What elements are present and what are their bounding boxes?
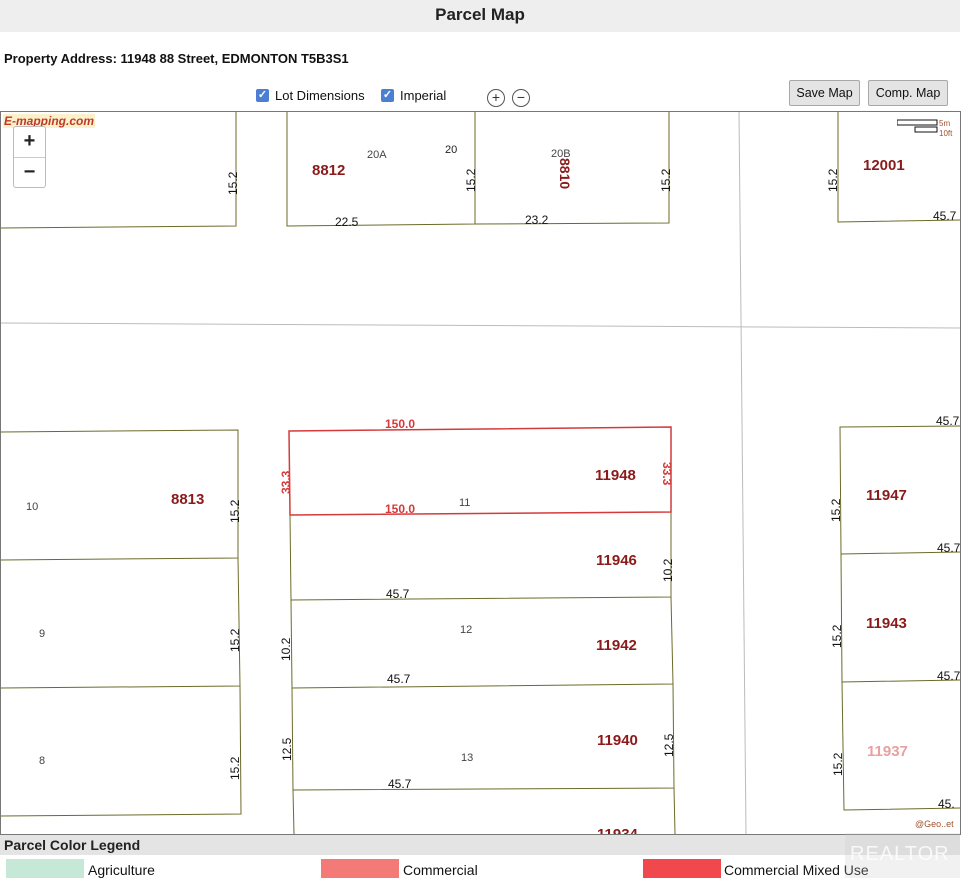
realtor-watermark: REALTOR	[850, 843, 950, 865]
map-zoom-in-button[interactable]: +	[14, 127, 45, 157]
zoom-control: + −	[13, 126, 46, 188]
lot-dimensions-label: Lot Dimensions	[275, 88, 365, 103]
property-address: Property Address: 11948 88 Street, EDMON…	[4, 51, 349, 66]
legend-swatch-commercial	[321, 859, 399, 878]
zoom-out-icon[interactable]: −	[512, 89, 530, 107]
title-bar: Parcel Map	[0, 0, 960, 32]
checkmark-icon[interactable]: ✓	[256, 89, 269, 102]
lot-dimensions-checkbox[interactable]: ✓ Lot Dimensions	[256, 88, 365, 103]
legend-swatch-commercial-mixed-use	[643, 859, 721, 878]
legend-header	[0, 835, 960, 855]
map-zoom-out-button[interactable]: −	[14, 157, 45, 188]
page-title: Parcel Map	[435, 5, 525, 24]
checkmark-icon[interactable]: ✓	[381, 89, 394, 102]
save-map-button[interactable]: Save Map	[789, 80, 860, 106]
legend-swatch-agriculture	[6, 859, 84, 878]
comp-map-button[interactable]: Comp. Map	[868, 80, 948, 106]
legend-label-agriculture: Agriculture	[88, 862, 155, 878]
parcel-map-canvas	[1, 112, 960, 834]
legend-title: Parcel Color Legend	[4, 837, 141, 853]
legend-label-commercial: Commercial	[403, 862, 478, 878]
map-attribution[interactable]: @Geo..et	[915, 819, 954, 829]
scale-bar: 5m 10ft	[897, 118, 957, 140]
scale-feet: 10ft	[939, 129, 953, 138]
zoom-in-icon[interactable]: +	[487, 89, 505, 107]
imperial-label: Imperial	[400, 88, 447, 103]
imperial-checkbox[interactable]: ✓ Imperial	[381, 88, 446, 103]
scale-meters: 5m	[939, 119, 950, 128]
parcel-map[interactable]: 8812 20A 20 22.5 15.2 15.2 20B 8810 23.2…	[0, 111, 961, 835]
